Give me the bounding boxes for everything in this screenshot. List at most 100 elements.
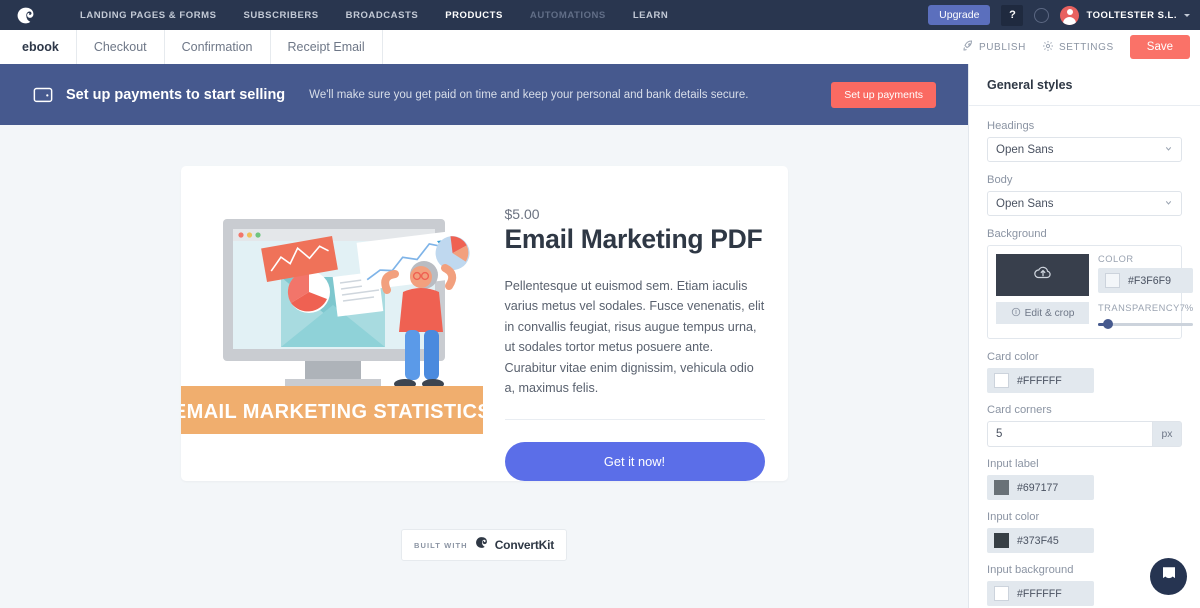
background-color-label: COLOR <box>1098 254 1134 264</box>
product-description[interactable]: Pellentesque ut euismod sem. Etiam iacul… <box>504 276 765 421</box>
user-menu[interactable]: TOOLTESTER S.L. <box>1060 5 1190 25</box>
publish-label: PUBLISH <box>978 41 1026 53</box>
nav-item-automations[interactable]: AUTOMATIONS <box>530 10 606 21</box>
card-color-value: #FFFFFF <box>1017 374 1062 387</box>
background-label: Background <box>987 228 1047 240</box>
settings-label: SETTINGS <box>1058 41 1114 53</box>
product-tab-bar: ebook Checkout Confirmation Receipt Emai… <box>0 30 1200 64</box>
transparency-slider[interactable] <box>1098 318 1194 330</box>
top-nav-links: LANDING PAGES & FORMS SUBSCRIBERS BROADC… <box>80 10 668 21</box>
circle-icon[interactable] <box>1034 7 1050 23</box>
set-up-payments-button[interactable]: Set up payments <box>831 81 936 108</box>
card-corners-unit: px <box>1152 421 1182 447</box>
chat-bubble-icon <box>1160 565 1178 588</box>
edit-and-crop-button[interactable]: Edit & crop <box>996 302 1089 324</box>
input-background-color-picker[interactable]: #FFFFFF <box>987 581 1094 606</box>
body-font-value: Open Sans <box>996 197 1054 210</box>
cloud-upload-icon <box>1033 264 1053 286</box>
background-image-column: Edit & crop <box>996 254 1089 330</box>
top-navigation-bar: LANDING PAGES & FORMS SUBSCRIBERS BROADC… <box>0 0 1200 30</box>
headings-font-value: Open Sans <box>996 143 1054 156</box>
card-color-picker[interactable]: #FFFFFF <box>987 368 1094 393</box>
built-with-label: BUILT WITH <box>413 540 468 550</box>
card-color-label: Card color <box>987 351 1039 363</box>
product-details-column: $5.00 Email Marketing PDF Pellentesque u… <box>483 166 788 482</box>
nav-item-broadcasts[interactable]: BROADCASTS <box>346 10 419 21</box>
input-label-color-picker[interactable]: #697177 <box>987 475 1094 500</box>
card-corners-label: Card corners <box>987 404 1052 416</box>
nav-item-products[interactable]: PRODUCTS <box>445 10 503 21</box>
input-label-field: Input label #697177 <box>987 458 1182 500</box>
input-background-swatch <box>994 586 1009 601</box>
preview-canvas: Set up payments to start selling We'll m… <box>0 64 968 608</box>
banner-title: Set up payments to start selling <box>66 86 286 103</box>
sidebar-title: General styles <box>969 64 1200 106</box>
input-background-value: #FFFFFF <box>1017 587 1062 600</box>
slider-thumb[interactable] <box>1102 319 1113 329</box>
headings-font-select[interactable]: Open Sans <box>987 137 1182 162</box>
nav-item-landing-pages[interactable]: LANDING PAGES & FORMS <box>80 10 216 21</box>
footer-badge-container: BUILT WITH ConvertKit <box>0 529 968 562</box>
payments-banner: Set up payments to start selling We'll m… <box>0 64 968 125</box>
convertkit-wordmark: ConvertKit <box>494 538 555 553</box>
body-field: Body Open Sans <box>987 174 1182 216</box>
user-name-label: TOOLTESTER S.L. <box>1086 9 1177 21</box>
background-color-value: #F3F6F9 <box>1128 274 1171 287</box>
tab-receipt-email[interactable]: Receipt Email <box>271 30 383 64</box>
illustration-caption: EMAIL MARKETING STATISTICS <box>181 401 483 423</box>
tab-confirmation[interactable]: Confirmation <box>165 30 271 64</box>
card-corners-field: Card corners 5 px <box>987 404 1182 447</box>
editor-body: Set up payments to start selling We'll m… <box>0 64 1200 608</box>
upgrade-button[interactable]: Upgrade <box>928 5 991 25</box>
tab-ebook[interactable]: ebook <box>0 30 77 64</box>
rocket-icon <box>962 39 974 55</box>
banner-subtitle: We'll make sure you get paid on time and… <box>309 88 749 101</box>
headings-label: Headings <box>987 120 1035 132</box>
input-color-field: Input color #373F45 <box>987 511 1182 553</box>
convertkit-logo-icon <box>475 536 488 554</box>
nav-item-subscribers[interactable]: SUBSCRIBERS <box>243 10 318 21</box>
edit-and-crop-label: Edit & crop <box>1024 307 1075 319</box>
subnav-actions: PUBLISH SETTINGS Save <box>962 30 1200 64</box>
transparency-value: 7% <box>1179 303 1194 313</box>
background-color-column: COLOR #F3F6F9 TRANSPARENCY 7% <box>1098 254 1194 330</box>
save-button[interactable]: Save <box>1129 35 1190 59</box>
get-it-now-button[interactable]: Get it now! <box>504 442 765 482</box>
product-illustration[interactable]: EMAIL MARKETING STATISTICS <box>180 204 490 434</box>
convertkit-logo-icon[interactable] <box>10 6 40 25</box>
avatar-icon <box>1060 5 1080 25</box>
nav-item-learn[interactable]: LEARN <box>633 10 668 21</box>
product-image-column: EMAIL MARKETING STATISTICS <box>180 166 490 481</box>
input-color-picker[interactable]: #373F45 <box>987 528 1094 553</box>
input-color-value: #373F45 <box>1017 534 1059 547</box>
chevron-down-icon <box>1164 144 1173 156</box>
chevron-down-icon <box>1184 13 1190 17</box>
product-title[interactable]: Email Marketing PDF <box>505 224 765 255</box>
tab-checkout[interactable]: Checkout <box>77 30 165 64</box>
transparency-header: TRANSPARENCY 7% <box>1098 303 1193 313</box>
publish-button[interactable]: PUBLISH <box>962 39 1026 55</box>
built-with-badge[interactable]: BUILT WITH ConvertKit <box>400 529 568 562</box>
crop-icon <box>1011 307 1021 320</box>
input-color-label: Input color <box>987 511 1040 523</box>
product-price: $5.00 <box>504 206 540 222</box>
input-label-swatch <box>994 480 1009 495</box>
background-field: Background Edit & crop COLOR #F3F6F9 TRA… <box>987 228 1194 339</box>
help-button[interactable]: ? <box>1001 4 1024 26</box>
background-color-picker[interactable]: #F3F6F9 <box>1098 268 1194 293</box>
product-card: EMAIL MARKETING STATISTICS $5.00 Email M… <box>180 166 788 482</box>
settings-button[interactable]: SETTINGS <box>1042 40 1114 55</box>
input-color-swatch <box>994 533 1009 548</box>
background-color-swatch <box>1105 273 1120 288</box>
body-label: Body <box>987 174 1013 186</box>
card-corners-input[interactable]: 5 <box>987 421 1152 447</box>
input-label-value: #697177 <box>1017 481 1059 494</box>
transparency-label: TRANSPARENCY <box>1098 303 1180 313</box>
background-upload-thumbnail[interactable] <box>996 254 1089 296</box>
product-page-preview: EMAIL MARKETING STATISTICS $5.00 Email M… <box>0 125 968 608</box>
intercom-chat-button[interactable] <box>1150 558 1187 595</box>
body-font-select[interactable]: Open Sans <box>987 191 1182 216</box>
sidebar-fields: Headings Open Sans Body Open Sans Backgr… <box>969 106 1200 608</box>
background-panel: Edit & crop COLOR #F3F6F9 TRANSPARENCY 7… <box>987 245 1194 339</box>
chevron-down-icon <box>1164 198 1173 210</box>
